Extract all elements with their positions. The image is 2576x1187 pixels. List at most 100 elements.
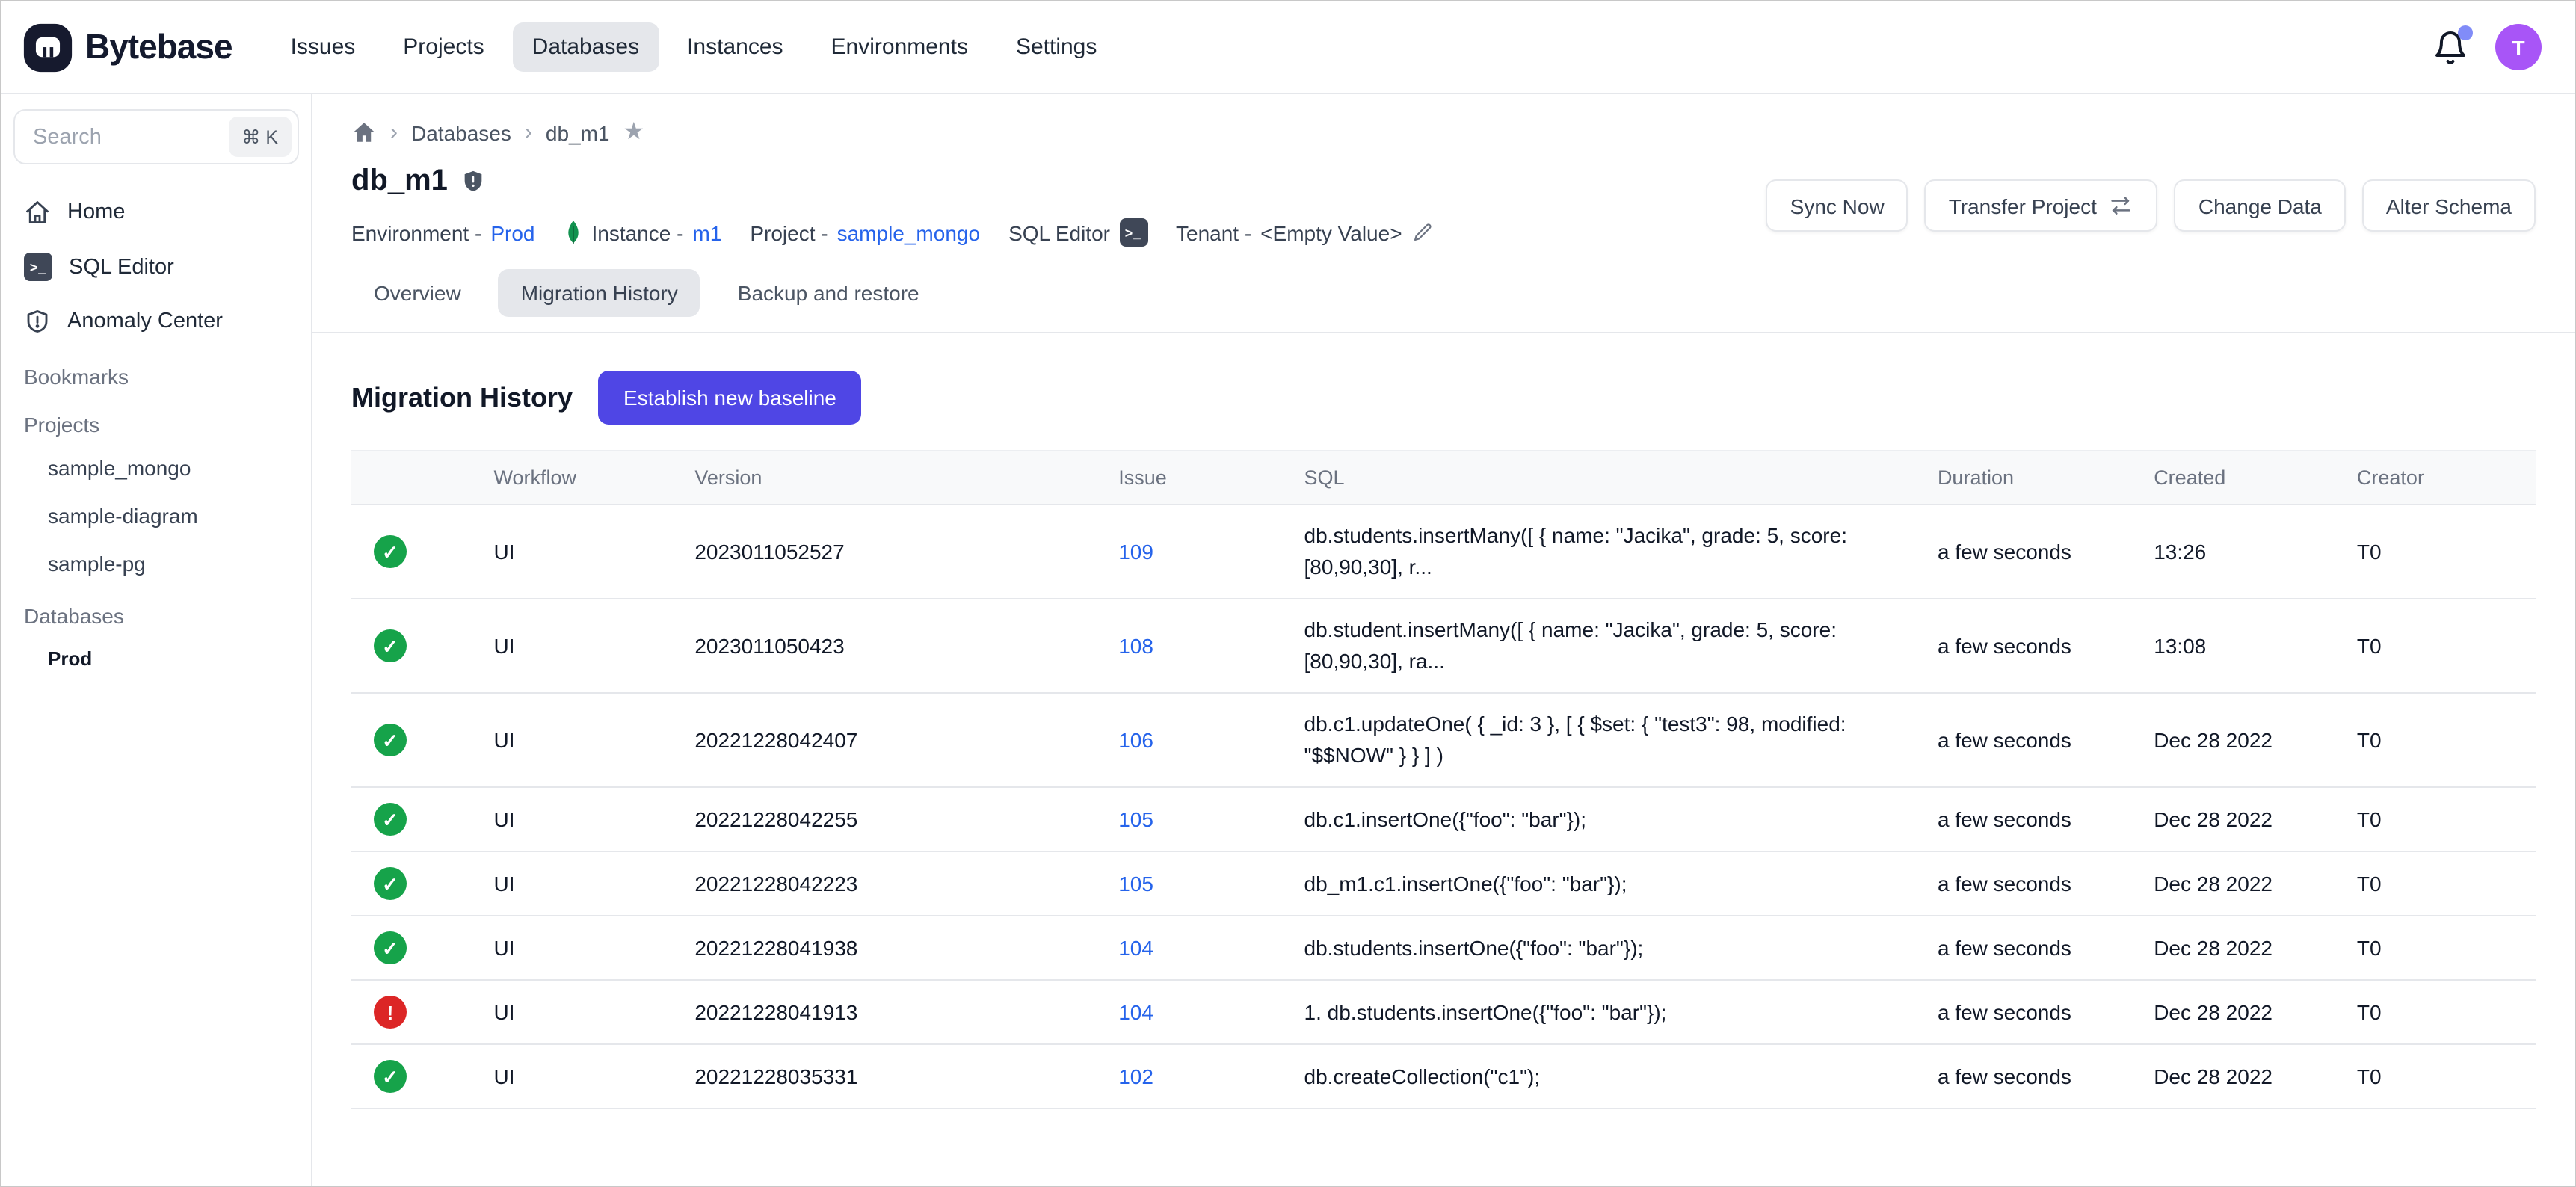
table-row[interactable]: ✓ UI 2023011050423 108 db.student.insert…: [351, 599, 2536, 693]
issue-cell: 109: [1100, 505, 1286, 599]
sql-cell: db_m1.c1.insertOne({"foo": "bar"});: [1287, 851, 1920, 916]
creator-cell: T0: [2339, 505, 2536, 599]
success-icon: ✓: [374, 724, 407, 756]
bookmark-star-icon[interactable]: ★: [623, 120, 645, 144]
duration-cell: a few seconds: [1920, 599, 2136, 693]
tab-overview[interactable]: Overview: [351, 269, 484, 317]
success-icon: ✓: [374, 1060, 407, 1093]
top-nav: Bytebase Issues Projects Databases Insta…: [1, 1, 2575, 94]
avatar[interactable]: T: [2495, 24, 2542, 70]
status-cell: ✓: [351, 599, 476, 693]
duration-cell: a few seconds: [1920, 980, 2136, 1044]
breadcrumb-separator: ›: [525, 120, 532, 145]
success-icon: ✓: [374, 803, 407, 836]
nav-settings[interactable]: Settings: [996, 22, 1116, 72]
issue-link[interactable]: 109: [1118, 539, 1153, 563]
instance-link[interactable]: m1: [692, 221, 721, 244]
page-header-left: db_m1 Environment - Prod: [351, 164, 1434, 247]
search-box: ⌘ K: [13, 109, 299, 164]
created-cell: Dec 28 2022: [2136, 693, 2339, 787]
alter-schema-button[interactable]: Alter Schema: [2362, 179, 2536, 232]
sidebar-item-home[interactable]: Home: [1, 185, 311, 239]
brand-name: Bytebase: [85, 27, 232, 67]
breadcrumb-separator: ›: [390, 120, 398, 145]
nav-instances[interactable]: Instances: [668, 22, 802, 72]
table-row[interactable]: ✓ UI 20221228035331 102 db.createCollect…: [351, 1044, 2536, 1109]
action-buttons: Sync Now Transfer Project Change Data Al…: [1766, 179, 2536, 232]
change-data-button[interactable]: Change Data: [2175, 179, 2346, 232]
migration-section-header: Migration History Establish new baseline: [351, 371, 2536, 425]
version-cell: 2023011052527: [677, 505, 1100, 599]
tabs-divider: [312, 332, 2575, 333]
sidebar-item-sql-editor[interactable]: >_ SQL Editor: [1, 239, 311, 295]
project-link[interactable]: sample_mongo: [837, 221, 980, 244]
table-row[interactable]: ✓ UI 20221228042223 105 db_m1.c1.insertO…: [351, 851, 2536, 916]
creator-cell: T0: [2339, 599, 2536, 693]
creator-cell: T0: [2339, 693, 2536, 787]
success-icon: ✓: [374, 867, 407, 900]
establish-baseline-button[interactable]: Establish new baseline: [598, 371, 862, 425]
sql-cell: db.students.insertMany([ { name: "Jacika…: [1287, 505, 1920, 599]
nav-databases[interactable]: Databases: [513, 22, 659, 72]
issue-link[interactable]: 108: [1118, 633, 1153, 657]
sidebar: ⌘ K Home >_ SQL Editor Anomaly Center Bo…: [1, 94, 312, 1186]
tab-backup-and-restore[interactable]: Backup and restore: [715, 269, 942, 317]
environment-label: Environment -: [351, 221, 481, 244]
status-cell: ✓: [351, 787, 476, 851]
nav-environments[interactable]: Environments: [812, 22, 987, 72]
sidebar-project-sample-diagram[interactable]: sample-diagram: [1, 492, 311, 540]
sidebar-project-sample-pg[interactable]: sample-pg: [1, 540, 311, 588]
sidebar-item-label: Home: [67, 200, 125, 224]
status-cell: ✓: [351, 1044, 476, 1109]
table-row[interactable]: ✓ UI 20221228041938 104 db.students.inse…: [351, 916, 2536, 980]
issue-link[interactable]: 106: [1118, 727, 1153, 751]
migration-history-title: Migration History: [351, 382, 573, 413]
page-header: db_m1 Environment - Prod: [351, 164, 2536, 247]
search-shortcut: ⌘ K: [228, 117, 292, 157]
migration-history-table: Workflow Version Issue SQL Duration Crea…: [351, 450, 2536, 1109]
brand[interactable]: Bytebase: [22, 22, 232, 73]
duration-cell: a few seconds: [1920, 851, 2136, 916]
success-icon: ✓: [374, 931, 407, 964]
issue-link[interactable]: 104: [1118, 935, 1153, 959]
table-row[interactable]: ✓ UI 2023011052527 109 db.students.inser…: [351, 505, 2536, 599]
status-cell: ✓: [351, 693, 476, 787]
status-cell: ✓: [351, 916, 476, 980]
issue-link[interactable]: 105: [1118, 871, 1153, 895]
table-row[interactable]: ✓ UI 20221228042407 106 db.c1.updateOne(…: [351, 693, 2536, 787]
table-row[interactable]: ✓ UI 20221228042255 105 db.c1.insertOne(…: [351, 787, 2536, 851]
status-cell: ✓: [351, 851, 476, 916]
workflow-cell: UI: [476, 851, 677, 916]
sync-now-button[interactable]: Sync Now: [1766, 179, 1908, 232]
creator-cell: T0: [2339, 1044, 2536, 1109]
breadcrumb: › Databases › db_m1 ★: [351, 120, 2536, 145]
sidebar-database-prod[interactable]: Prod: [1, 635, 311, 682]
created-cell: 13:26: [2136, 505, 2339, 599]
sql-editor-label: SQL Editor: [1008, 221, 1110, 244]
nav-projects[interactable]: Projects: [383, 22, 503, 72]
col-version: Version: [677, 451, 1100, 505]
duration-cell: a few seconds: [1920, 916, 2136, 980]
database-tabs: Overview Migration History Backup and re…: [351, 269, 2536, 317]
workflow-cell: UI: [476, 916, 677, 980]
sidebar-project-sample-mongo[interactable]: sample_mongo: [1, 444, 311, 492]
environment-link[interactable]: Prod: [490, 221, 534, 244]
nav-issues[interactable]: Issues: [271, 22, 375, 72]
breadcrumb-current: db_m1: [546, 120, 610, 144]
duration-cell: a few seconds: [1920, 1044, 2136, 1109]
table-row[interactable]: ! UI 20221228041913 104 1. db.students.i…: [351, 980, 2536, 1044]
tab-migration-history[interactable]: Migration History: [499, 269, 700, 317]
home-breadcrumb-icon[interactable]: [351, 120, 377, 145]
tenant-value: <Empty Value>: [1260, 221, 1402, 244]
success-icon: ✓: [374, 629, 407, 662]
edit-pencil-icon[interactable]: [1411, 221, 1434, 244]
issue-link[interactable]: 105: [1118, 807, 1153, 830]
sql-editor-link[interactable]: SQL Editor >_: [1008, 218, 1147, 247]
transfer-project-button[interactable]: Transfer Project: [1925, 179, 2158, 232]
issue-link[interactable]: 104: [1118, 999, 1153, 1023]
breadcrumb-databases[interactable]: Databases: [411, 120, 511, 144]
notification-bell-icon[interactable]: [2432, 29, 2468, 65]
sidebar-item-anomaly-center[interactable]: Anomaly Center: [1, 295, 311, 348]
issue-link[interactable]: 102: [1118, 1064, 1153, 1088]
tenant-label: Tenant -: [1176, 221, 1251, 244]
